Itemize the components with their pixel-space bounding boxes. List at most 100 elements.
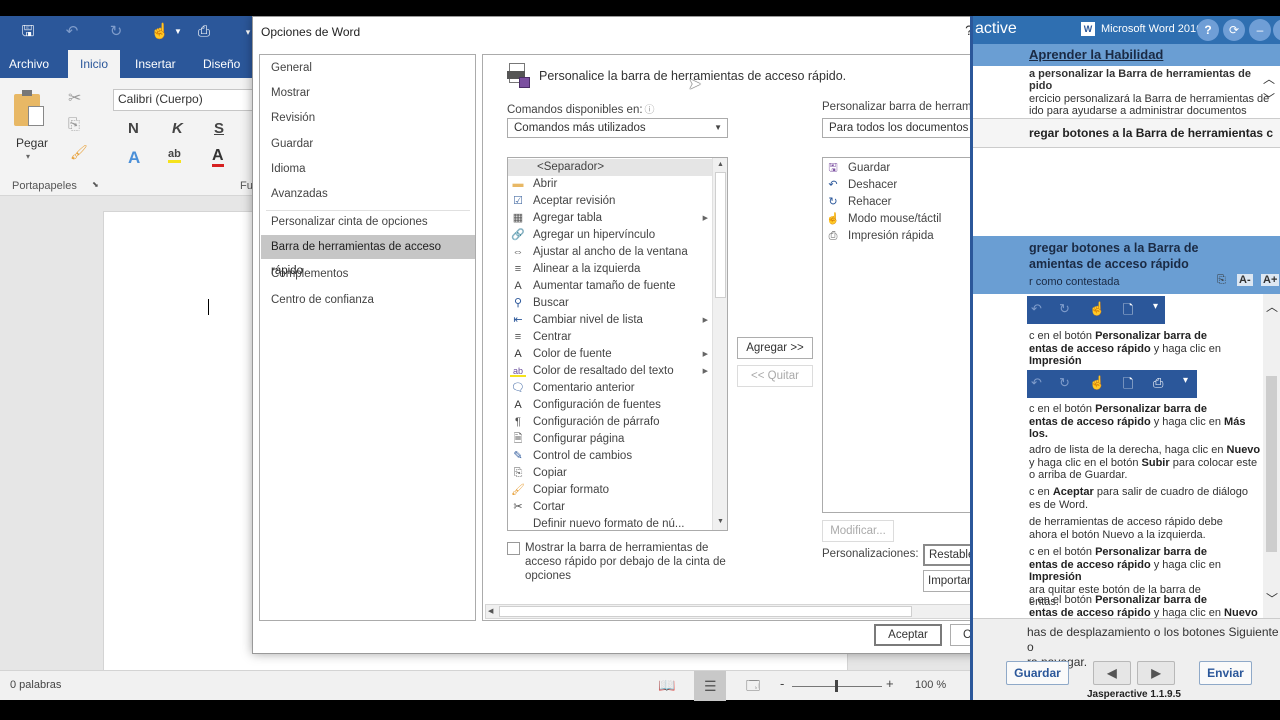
command-item[interactable]: ✂ Cortar [508, 499, 714, 516]
close-icon[interactable]: ✕ [1273, 19, 1280, 41]
command-item[interactable]: Definir nuevo formato de nú... [508, 516, 714, 530]
nav-item-mostrar[interactable]: Mostrar [261, 81, 475, 105]
modify-button[interactable]: Modificar... [822, 520, 894, 542]
chevron-down-icon[interactable]: ﹀ [1263, 90, 1275, 107]
command-item[interactable]: ☑ Aceptar revisión [508, 193, 714, 210]
italic-button[interactable]: K [172, 120, 183, 137]
command-item[interactable]: ✎ Control de cambios [508, 448, 714, 465]
chevron-down-icon[interactable]: ﹀ [1266, 590, 1278, 607]
nav-item-guardar[interactable]: Guardar [261, 132, 475, 156]
zoom-slider-thumb[interactable] [835, 680, 838, 692]
save-icon[interactable]: 🖫 [18, 22, 38, 42]
previous-button[interactable]: ◀ [1093, 661, 1131, 685]
nav-item-revision[interactable]: Revisión [261, 106, 475, 130]
command-item[interactable]: A Configuración de fuentes [508, 397, 714, 414]
command-item[interactable]: <Separador> [508, 159, 714, 176]
print-layout-button[interactable]: ☰ [694, 671, 726, 701]
chevron-up-icon[interactable]: ︿ [1266, 298, 1278, 315]
underline-button[interactable]: S [214, 120, 224, 137]
show-below-ribbon-checkbox[interactable] [507, 542, 520, 555]
command-item[interactable]: ⇤ Cambiar nivel de lista ▶ [508, 312, 714, 329]
cut-icon[interactable]: ✂ [68, 88, 81, 108]
tab-inicio[interactable]: Inicio [68, 50, 120, 78]
command-item[interactable]: ▦ Agregar tabla ▶ [508, 210, 714, 227]
ok-button[interactable]: Aceptar [874, 624, 942, 646]
show-below-ribbon-label[interactable]: Mostrar la barra de herramientas de acce… [525, 541, 735, 583]
paste-button[interactable]: Pegar [16, 136, 48, 150]
nav-item-complementos[interactable]: Complementos [261, 262, 475, 286]
command-item[interactable]: ⇔ Ajustar al ancho de la ventana [508, 244, 714, 261]
touch-mode-dropdown-icon[interactable]: ▼ [168, 22, 188, 42]
paste-dropdown-icon[interactable]: ▾ [26, 152, 30, 161]
font-increase-button[interactable]: A+ [1261, 274, 1280, 286]
command-item[interactable]: 🗨 Comentario anterior [508, 380, 714, 397]
add-button[interactable]: Agregar >> [737, 337, 813, 359]
commands-source-select[interactable]: Comandos más utilizados ▼ [507, 118, 728, 138]
task-status[interactable]: r como contestada [1029, 276, 1120, 288]
clipboard-launcher-icon[interactable]: ⬊ [92, 180, 99, 189]
nav-item-avanzadas[interactable]: Avanzadas [261, 182, 475, 206]
copy-icon[interactable]: ⎘ [68, 116, 80, 133]
chevron-up-icon[interactable]: ︿ [1263, 70, 1275, 87]
steps-scroll-thumb[interactable] [1266, 376, 1277, 552]
tab-insertar[interactable]: Insertar [126, 50, 185, 78]
horizontal-scroll-thumb[interactable] [499, 606, 912, 617]
command-item[interactable]: 🖌 Copiar formato [508, 482, 714, 499]
read-mode-icon[interactable]: 📖 [658, 677, 675, 694]
command-item[interactable]: A Aumentar tamaño de fuente [508, 278, 714, 295]
nav-item-idioma[interactable]: Idioma [261, 157, 475, 181]
scroll-up-arrow[interactable]: ▲ [713, 158, 727, 172]
list-scrollbar[interactable]: ▲ ▼ [712, 158, 727, 530]
save-button[interactable]: Guardar [1006, 661, 1069, 685]
command-item[interactable]: ▬ Abrir [508, 176, 714, 193]
horizontal-scrollbar[interactable]: ◀ ▶ [485, 604, 1022, 619]
minimize-icon[interactable]: – [1249, 19, 1271, 41]
tab-diseno[interactable]: Diseño [194, 50, 249, 78]
paste-icon[interactable] [14, 90, 46, 128]
zoom-out-button[interactable]: - [780, 676, 784, 691]
zoom-in-button[interactable]: + [886, 676, 894, 691]
font-name-combo[interactable]: Calibri (Cuerpo) [113, 89, 258, 111]
format-painter-icon[interactable]: 🖌 [70, 144, 88, 161]
remove-button[interactable]: << Quitar [737, 365, 813, 387]
zoom-level[interactable]: 100 % [915, 679, 946, 691]
scroll-down-arrow[interactable]: ▼ [713, 515, 727, 529]
skill-description: a personalizar la Barra de herramientas … [973, 66, 1280, 118]
learn-skill-title[interactable]: Aprender la Habilidad [1029, 47, 1163, 62]
font-color-icon[interactable]: A [212, 148, 224, 167]
scroll-left-arrow[interactable]: ◀ [488, 605, 493, 618]
touch-mode-icon[interactable]: ☝ [150, 22, 170, 42]
next-button[interactable]: ▶ [1137, 661, 1175, 685]
command-item[interactable]: ⚲ Buscar [508, 295, 714, 312]
command-item[interactable]: ≡ Alinear a la izquierda [508, 261, 714, 278]
nav-item-barra-acceso-rapido[interactable]: Barra de herramientas de acceso rápido [261, 235, 475, 277]
send-button[interactable]: Enviar [1199, 661, 1252, 685]
redo-icon[interactable]: ↻ [106, 22, 126, 42]
restore-icon[interactable]: ⟳ [1223, 19, 1245, 41]
command-item[interactable]: ¶ Configuración de párrafo [508, 414, 714, 431]
command-item[interactable]: ≡ Centrar [508, 329, 714, 346]
help-icon[interactable]: ? [1197, 19, 1219, 41]
undo-icon[interactable]: ↶ [62, 22, 82, 42]
nav-item-personalizar-cinta[interactable]: Personalizar cinta de opciones [261, 210, 475, 234]
nav-item-general[interactable]: General [261, 56, 475, 80]
text-effects-icon[interactable]: A [128, 148, 140, 168]
nav-item-centro-confianza[interactable]: Centro de confianza [261, 288, 475, 312]
web-layout-icon[interactable]: 🗔 [746, 677, 760, 699]
scroll-thumb[interactable] [715, 172, 726, 298]
quick-print-icon[interactable]: ⎙ [194, 22, 214, 42]
tab-archivo[interactable]: Archivo [0, 50, 58, 78]
highlight-icon[interactable]: ab [168, 148, 181, 163]
available-commands-list[interactable]: <Separador> ▬ Abrir ☑ Aceptar revisión ▦ Agreg… [507, 157, 728, 531]
copy-icon[interactable]: ⎘ [1217, 274, 1226, 287]
command-item[interactable]: ⎘ Copiar [508, 465, 714, 482]
command-item[interactable]: 🗎 Configurar página [508, 431, 714, 448]
command-item[interactable]: 🔗 Agregar un hipervínculo [508, 227, 714, 244]
command-item[interactable]: A Color de fuente ▶ [508, 346, 714, 363]
info-icon[interactable]: ⓘ [645, 105, 655, 116]
word-count[interactable]: 0 palabras [10, 679, 61, 691]
bold-button[interactable]: N [128, 120, 139, 137]
steps-scrollbar[interactable]: ︿ ﹀ [1263, 294, 1280, 618]
command-item[interactable]: ab Color de resaltado del texto ▶ [508, 363, 714, 380]
font-decrease-button[interactable]: A- [1237, 274, 1253, 286]
